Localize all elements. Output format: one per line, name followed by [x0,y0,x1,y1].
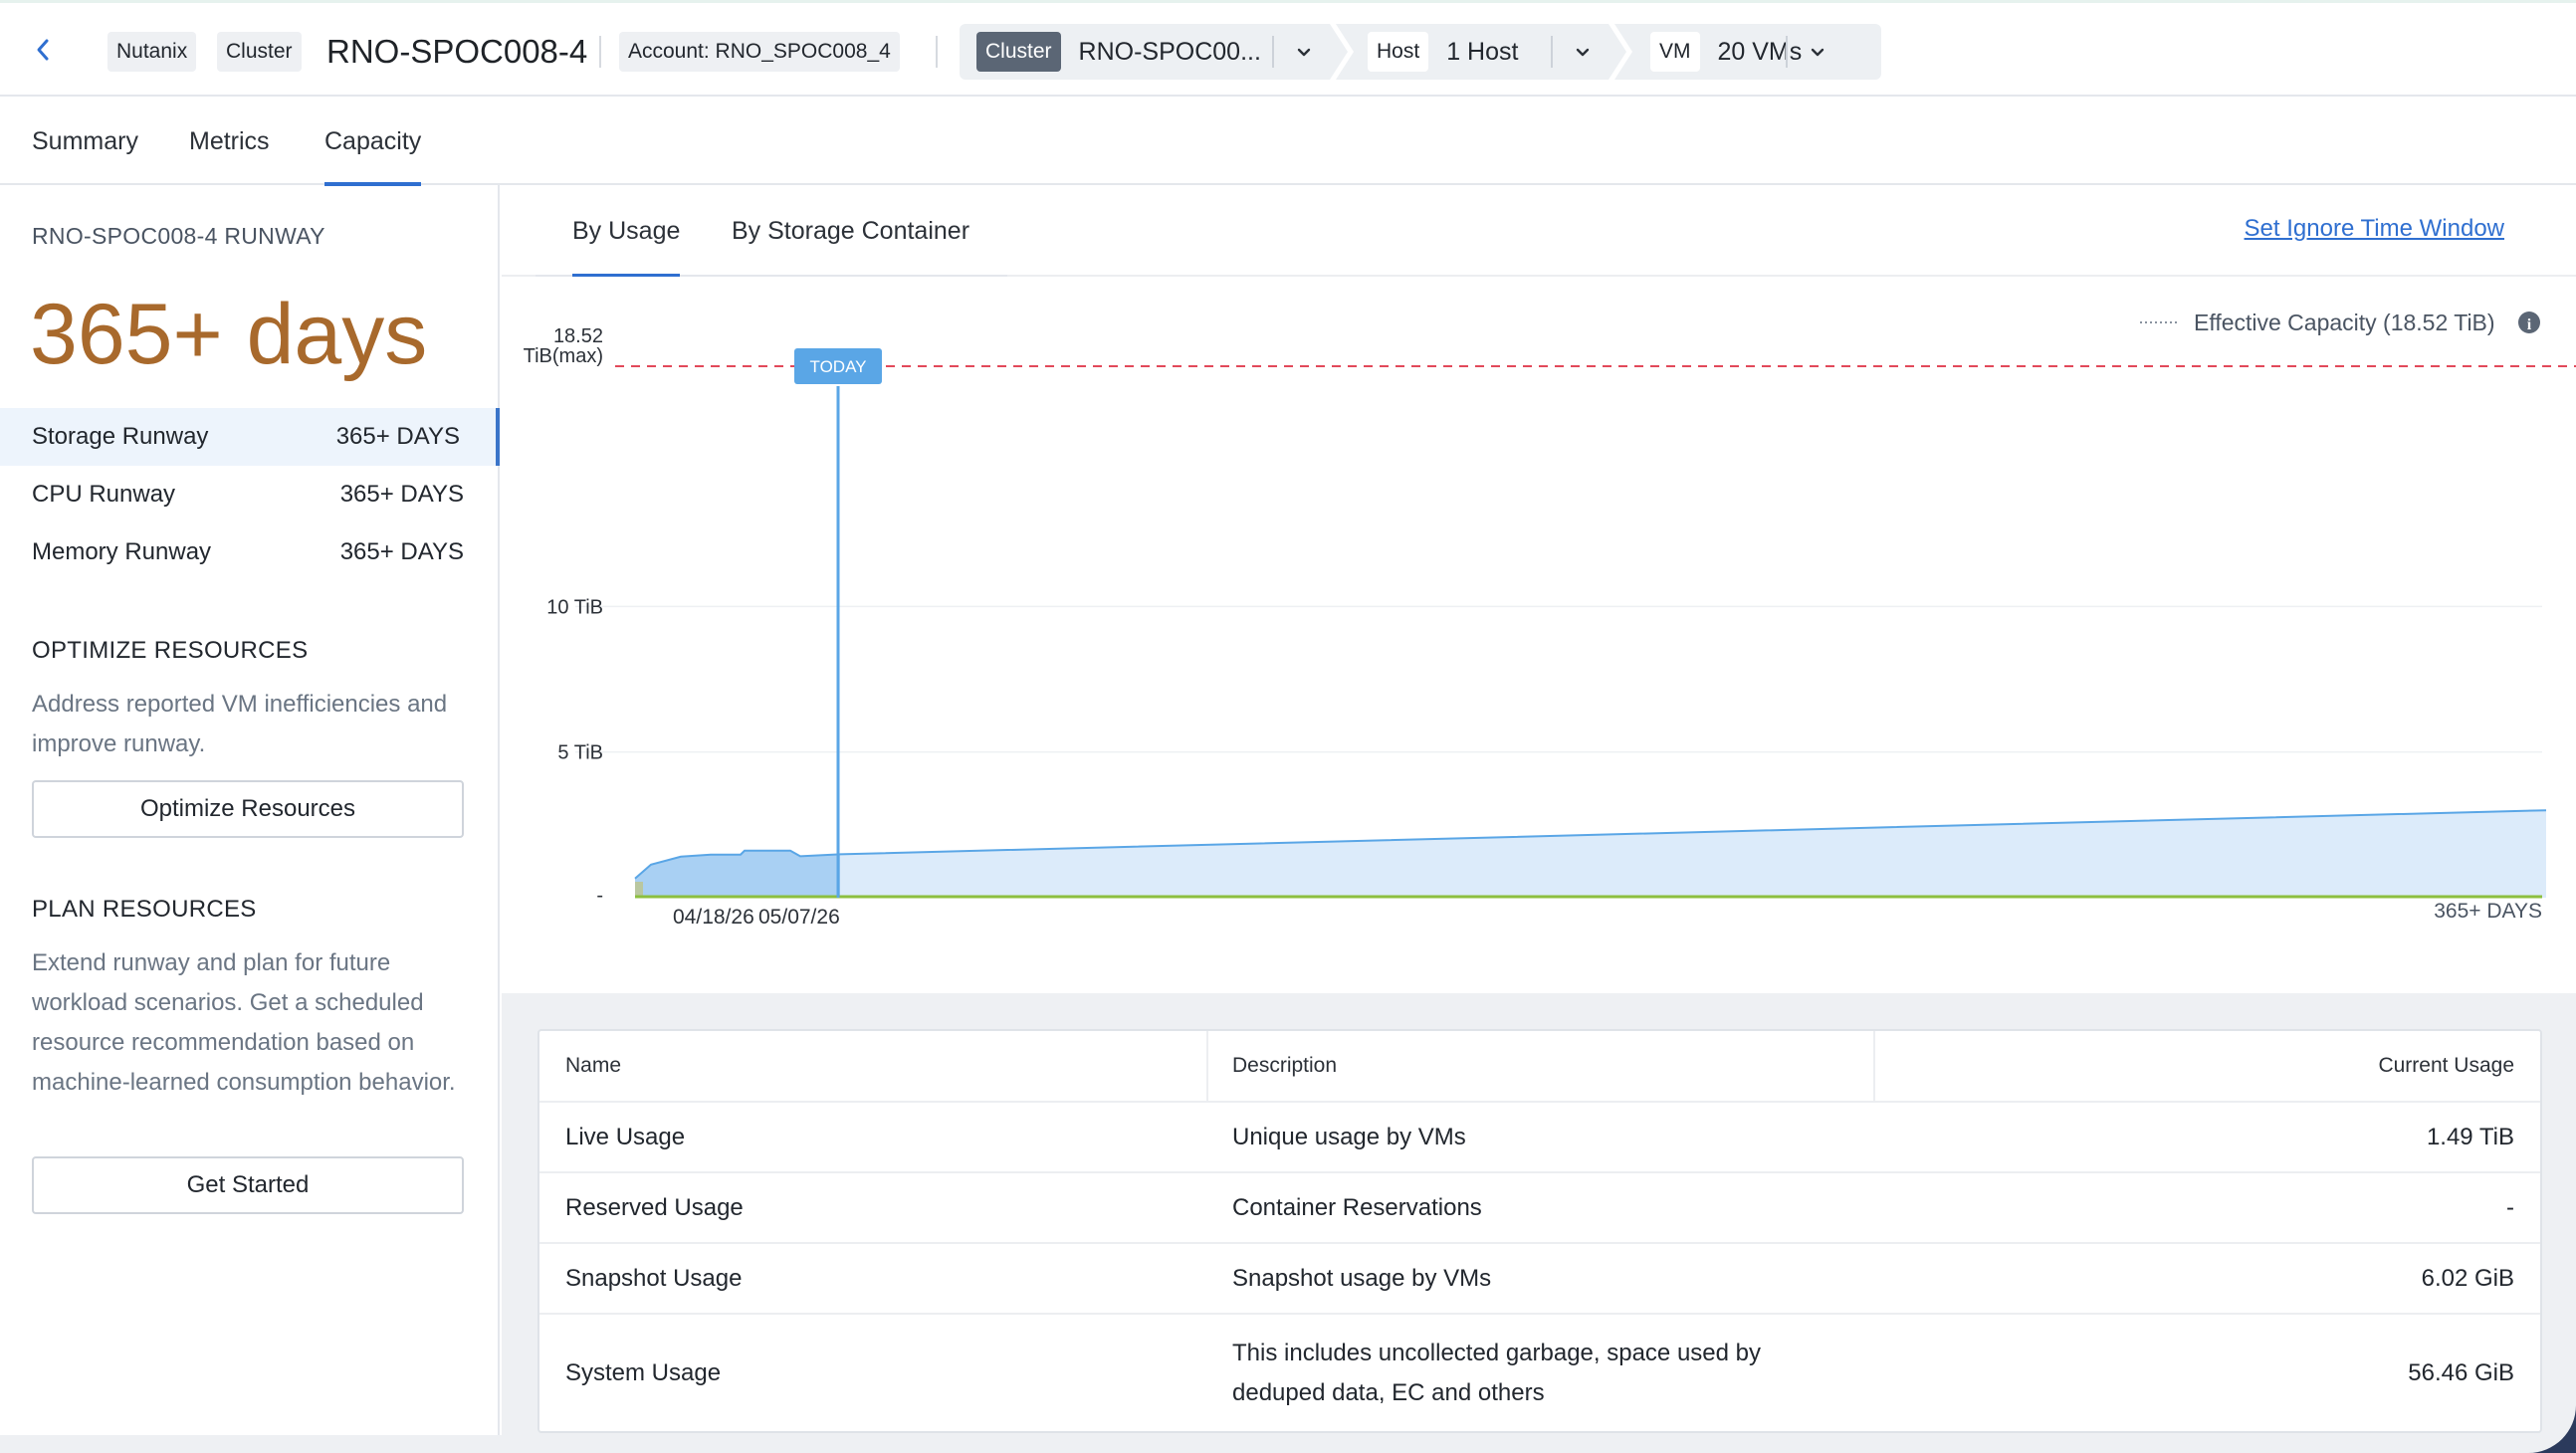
set-ignore-time-window-link[interactable]: Set Ignore Time Window [2245,215,2504,243]
memory-runway-item[interactable]: Memory Runway 365+ DAYS [0,523,500,581]
divider [599,36,601,68]
row-description: Container Reservations [1232,1193,1482,1221]
chevron-down-icon[interactable] [1571,40,1595,64]
y-max-label: 18.52 [553,325,603,347]
optimize-resources-button[interactable]: Optimize Resources [32,780,464,838]
row-description: Snapshot usage by VMs [1232,1264,1492,1292]
scope-host-value: 1 Host [1446,37,1519,66]
table-row: Snapshot Usage Snapshot usage by VMs 6.0… [539,1244,2540,1315]
usage-chart-svg: 18.52TiB(max) 10 TiB 5 TiB - TODAY 04/18/26 05… [524,310,2576,929]
plan-text: Extend runway and plan for future worklo… [32,949,456,1096]
past-usage-area [635,850,840,898]
x-tick-label: 05/07/26 [758,906,840,929]
scope-cluster: Cluster RNO-SPOC00... [960,24,1348,80]
info-icon-glyph: i [2527,316,2532,333]
scope-type-label: Cluster [976,32,1061,72]
runway-item-label: Storage Runway [32,423,209,450]
optimize-text: Address reported VM inefficiencies and i… [32,691,448,757]
column-header-name[interactable]: Name [565,1031,1202,1101]
column-header-current-usage[interactable]: Current Usage [2017,1031,2514,1101]
scope-host: Host 1 Host [1336,24,1626,80]
x-tick-label: 365+ DAYS [2434,900,2542,923]
divider [1873,1031,1875,1103]
back-button[interactable] [28,33,58,67]
row-description: Unique usage by VMs [1232,1123,1466,1150]
y-tick-label: 5 TiB [557,742,603,764]
storage-runway-item[interactable]: Storage Runway 365+ DAYS [0,408,500,466]
optimize-title: OPTIMIZE RESOURCES [32,637,309,664]
usage-subtabs: By Usage By Storage Container Set Ignore… [502,185,2576,278]
divider [1786,36,1788,68]
runway-item-label: CPU Runway [32,481,176,508]
plan-title: PLAN RESOURCES [32,896,257,923]
table-row: Live Usage Unique usage by VMs 1.49 TiB [539,1103,2540,1173]
table-row: Reserved Usage Container Reservations - [539,1173,2540,1244]
tab-by-storage-container[interactable]: By Storage Container [732,185,969,277]
tab-summary[interactable]: Summary [32,98,138,185]
divider [1551,36,1553,68]
runway-item-value: 365+ DAYS [339,481,464,508]
scope-type-label: VM [1650,32,1700,72]
x-tick-label: 04/18/26 [673,906,754,929]
capacity-panel: By Usage By Storage Container Set Ignore… [502,185,2576,1453]
row-description: This includes uncollected garbage, space… [1232,1339,1761,1406]
sidebar-footer [0,1435,502,1453]
runway-sidebar: RNO-SPOC008-4 RUNWAY 365+ days Storage R… [0,185,500,1435]
cluster-tag: Cluster [217,32,302,72]
scope-vm-value: 20 VMs [1717,37,1803,66]
row-name: System Usage [565,1358,722,1386]
get-started-button[interactable]: Get Started [32,1156,464,1214]
divider [1272,36,1274,68]
tab-capacity[interactable]: Capacity [324,98,422,186]
account-tag: Account: RNO_SPOC008_4 [619,32,900,72]
usage-area [635,810,2546,898]
runway-value: 365+ days [30,287,428,382]
y-tick-label: - [596,885,603,907]
chevron-left-icon [37,39,49,61]
table-header: Name Description Current Usage [539,1031,2540,1103]
y-tick-label: 10 TiB [546,596,603,618]
scope-cluster-value: RNO-SPOC00... [1078,37,1261,66]
divider [936,36,938,68]
row-usage: 1.49 TiB [2426,1123,2514,1150]
chevron-down-icon[interactable] [1292,40,1316,64]
row-usage: 6.02 GiB [2421,1264,2514,1292]
row-usage: - [2506,1193,2514,1221]
scope-vm: VM 20 VMs [1614,24,1881,80]
runway-item-value: 365+ DAYS [339,538,464,565]
runway-item-label: Memory Runway [32,538,212,565]
top-bar: Nutanix Cluster RNO-SPOC008-4 Account: R… [0,0,2576,97]
nutanix-tag: Nutanix [107,32,197,72]
cpu-runway-item[interactable]: CPU Runway 365+ DAYS [0,466,500,523]
table-row: System Usage This includes uncollected g… [539,1315,2540,1431]
column-header-description[interactable]: Description [1232,1031,1849,1101]
chevron-down-icon[interactable] [1806,40,1829,64]
y-max-unit-label: TiB(max) [524,345,603,367]
tab-by-usage[interactable]: By Usage [572,185,681,278]
tab-metrics[interactable]: Metrics [189,98,270,185]
scope-type-label: Host [1368,32,1429,72]
main-tabs: Summary Metrics Capacity [0,98,2576,186]
window-corner [2528,1405,2576,1453]
row-usage: 56.46 GiB [2408,1358,2514,1386]
row-name: Live Usage [565,1123,686,1150]
row-name: Reserved Usage [565,1193,744,1221]
runway-item-value: 365+ DAYS [335,423,460,450]
runway-title: RNO-SPOC008-4 RUNWAY [32,223,325,249]
row-name: Snapshot Usage [565,1264,743,1292]
today-label: TODAY [810,357,867,376]
usage-table: Name Description Current Usage Live Usag… [537,1029,2542,1433]
divider [1206,1031,1208,1103]
legend-label: Effective Capacity (18.52 TiB) [2194,310,2495,335]
usage-chart: 18.52 TiB(max) 10 TiB 5 TiB - TODAY 04/18/26 05… [502,277,2576,993]
page-title: RNO-SPOC008-4 [326,33,588,70]
